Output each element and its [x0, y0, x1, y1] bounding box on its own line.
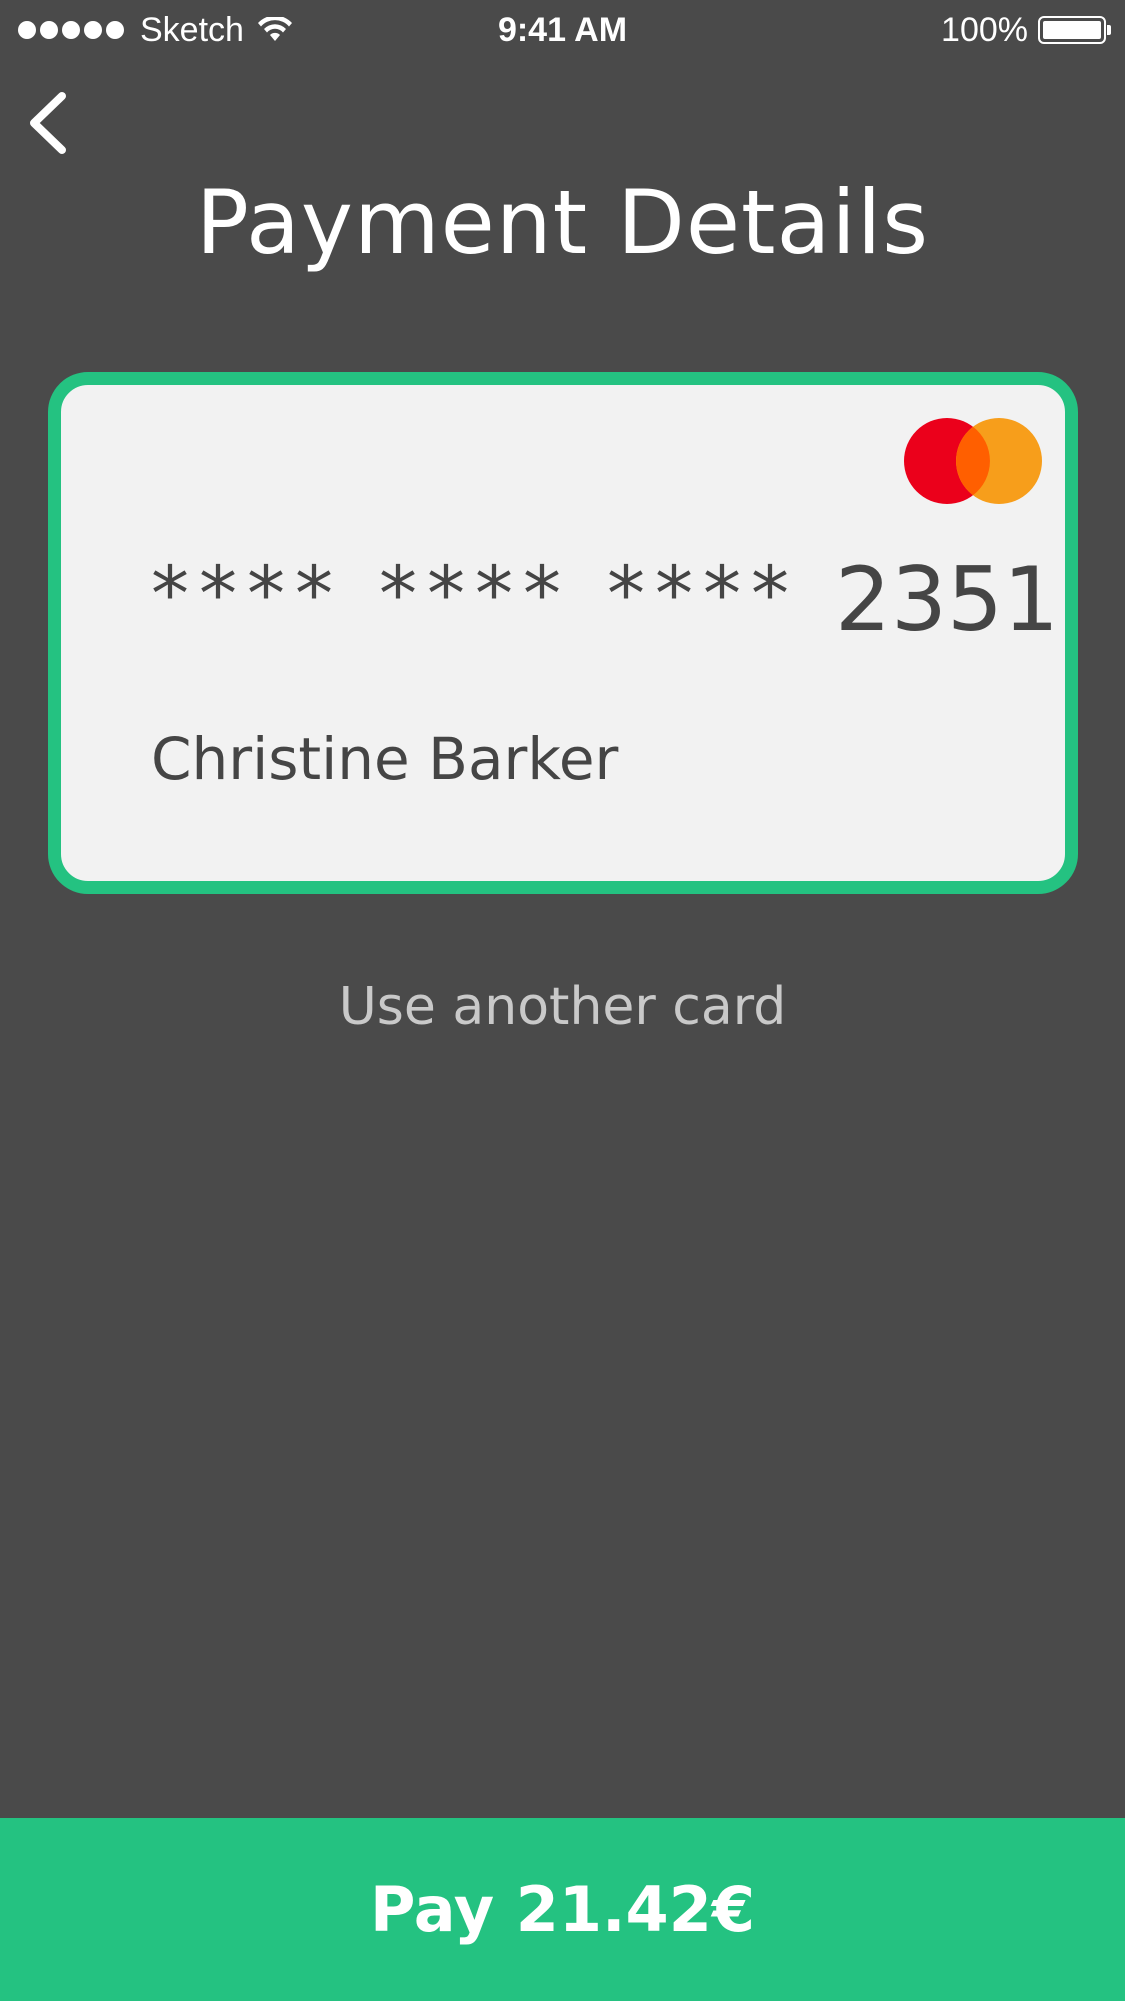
battery-percentage: 100% [941, 10, 1028, 49]
card-last-four: 2351 [835, 548, 1059, 651]
card-holder-name: Christine Barker [151, 725, 619, 793]
card-number-mask-3: **** [607, 549, 799, 638]
status-bar: Sketch 9:41 AM 100% [0, 0, 1125, 60]
battery-icon [1038, 16, 1106, 44]
payment-details-screen: Sketch 9:41 AM 100% Payment Details ****… [0, 0, 1125, 2001]
card-number-mask-1: **** [151, 549, 343, 638]
page-title: Payment Details [195, 171, 930, 274]
back-button[interactable] [24, 88, 74, 158]
card-number: **** **** **** 2351 [151, 548, 1059, 651]
status-right: 100% [941, 10, 1111, 50]
selected-card[interactable]: **** **** **** 2351 Christine Barker [48, 372, 1078, 894]
mastercard-logo [904, 418, 1042, 504]
pay-button[interactable]: Pay 21.42€ [0, 1818, 1125, 2001]
battery-cap [1107, 25, 1111, 35]
card-number-mask-2: **** [379, 549, 571, 638]
use-another-card-link[interactable]: Use another card [0, 972, 1125, 1042]
chevron-left-icon [30, 92, 66, 154]
